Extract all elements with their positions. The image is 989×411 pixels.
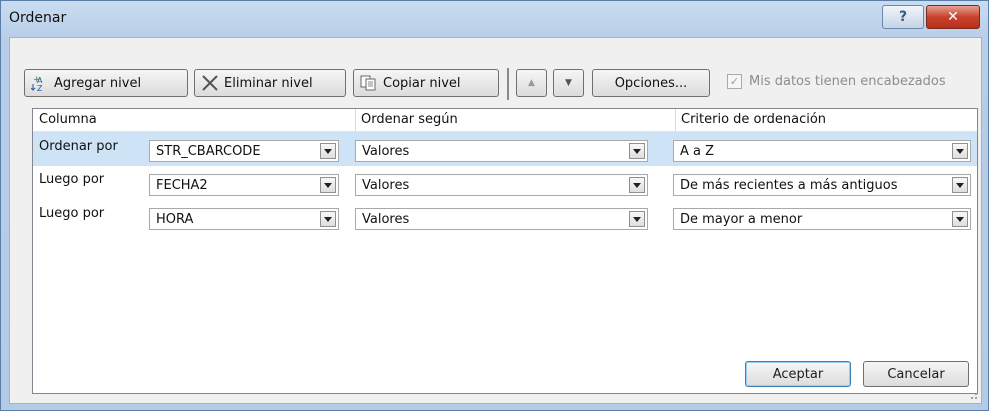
close-button[interactable]: ✕ [926,5,980,29]
copy-level-button[interactable]: Copiar nivel [353,69,499,97]
delete-level-label: Eliminar nivel [224,75,313,91]
row-label: Ordenar por [39,139,118,154]
order-select-value: A a Z [680,143,715,159]
move-up-button[interactable]: ▲ [516,69,547,97]
sort-on-select-value: Valores [362,177,410,193]
headers-checkbox-group[interactable]: ✓ Mis datos tienen encabezados [727,74,946,89]
order-select-value: De mayor a menor [680,211,803,227]
sort-on-select[interactable]: Valores [355,174,648,196]
column-select-value: HORA [156,211,194,227]
sort-on-select-value: Valores [362,211,410,227]
column-select[interactable]: FECHA2 [149,174,339,196]
copy-level-label: Copiar nivel [383,75,461,91]
options-label: Opciones... [614,75,688,91]
delete-level-button[interactable]: Eliminar nivel [194,69,346,97]
column-select-value: STR_CBARCODE [156,143,261,159]
header-order: Criterio de ordenación [681,112,827,127]
sort-add-icon: + A Z [31,74,49,92]
sort-levels-grid: Columna Ordenar según Criterio de ordena… [32,108,978,394]
dropdown-arrow-icon[interactable] [320,211,336,227]
header-divider [355,109,356,131]
title-bar[interactable]: Ordenar ? ✕ [1,1,988,33]
triangle-up-icon: ▲ [528,78,535,88]
column-select[interactable]: STR_CBARCODE [149,140,339,162]
dropdown-arrow-icon[interactable] [320,177,336,193]
order-select[interactable]: De más recientes a más antiguos [673,174,971,196]
dropdown-arrow-icon[interactable] [320,143,336,159]
copy-icon [360,75,378,91]
dropdown-arrow-icon[interactable] [952,177,968,193]
sort-on-select[interactable]: Valores [355,208,648,230]
question-icon: ? [898,9,908,25]
close-icon: ✕ [947,9,959,25]
toolbar-separator [507,68,509,100]
grid-header: Columna Ordenar según Criterio de ordena… [33,109,977,132]
resize-grip-icon[interactable] [968,390,978,400]
column-select[interactable]: HORA [149,208,339,230]
move-down-button[interactable]: ▼ [553,69,584,97]
window-title: Ordenar [9,10,67,26]
cancel-label: Cancelar [887,366,945,382]
header-sort-on: Ordenar según [361,112,458,127]
add-level-button[interactable]: + A Z Agregar nivel [24,69,188,97]
order-select[interactable]: A a Z [673,140,971,162]
triangle-down-icon: ▼ [565,78,572,88]
order-select[interactable]: De mayor a menor [673,208,971,230]
ok-button[interactable]: Aceptar [745,361,851,387]
options-button[interactable]: Opciones... [592,69,710,97]
column-select-value: FECHA2 [156,177,208,193]
sort-on-select-value: Valores [362,143,410,159]
svg-text:Z: Z [37,84,43,92]
sort-dialog: Ordenar ? ✕ + A Z Agregar nivel Eliminar… [0,0,989,411]
dropdown-arrow-icon[interactable] [952,211,968,227]
header-column: Columna [39,112,97,127]
row-label: Luego por [39,206,105,221]
x-icon [201,75,219,91]
row-label: Luego por [39,172,105,187]
dropdown-arrow-icon[interactable] [952,143,968,159]
ok-label: Aceptar [772,366,824,382]
dropdown-arrow-icon[interactable] [629,211,645,227]
header-divider [675,109,676,131]
sort-on-select[interactable]: Valores [355,140,648,162]
cancel-button[interactable]: Cancelar [863,361,969,387]
headers-checkbox[interactable]: ✓ [727,74,742,89]
dropdown-arrow-icon[interactable] [629,177,645,193]
dialog-body: + A Z Agregar nivel Eliminar nivel Copia… [9,37,982,404]
headers-checkbox-label: Mis datos tienen encabezados [749,74,946,89]
dropdown-arrow-icon[interactable] [629,143,645,159]
order-select-value: De más recientes a más antiguos [680,177,898,193]
add-level-label: Agregar nivel [54,75,142,91]
help-button[interactable]: ? [882,5,924,29]
